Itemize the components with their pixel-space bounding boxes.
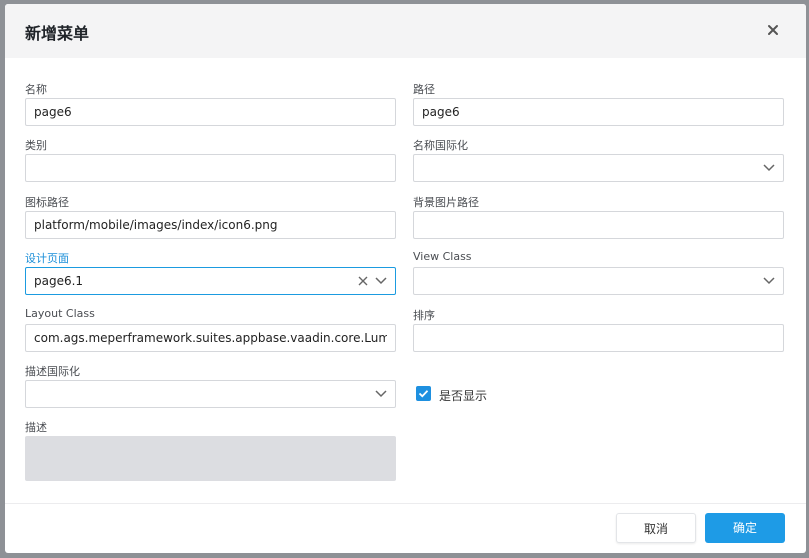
footer-divider — [5, 503, 806, 504]
close-icon[interactable] — [763, 20, 783, 40]
dialog-header: 新增菜单 — [5, 4, 806, 58]
name-i18n-select[interactable] — [413, 154, 784, 182]
name-value: page6 — [34, 105, 72, 119]
add-menu-dialog: 新增菜单 名称 page6 路径 page6 类别 名称国际化 图标路径 pla… — [5, 4, 806, 553]
name-label: 名称 — [25, 83, 47, 96]
desc-i18n-label: 描述国际化 — [25, 365, 80, 378]
dialog-title: 新增菜单 — [25, 24, 90, 43]
design-page-label: 设计页面 — [25, 252, 69, 265]
order-label: 排序 — [413, 309, 435, 322]
clear-icon[interactable] — [358, 276, 368, 286]
path-label: 路径 — [413, 83, 435, 96]
bg-image-path-input[interactable] — [413, 211, 784, 239]
category-label: 类别 — [25, 139, 47, 152]
chevron-down-icon — [763, 277, 775, 285]
is-visible-checkbox[interactable] — [416, 386, 431, 401]
bg-image-path-label: 背景图片路径 — [413, 196, 479, 209]
layout-class-label: Layout Class — [25, 307, 95, 320]
view-class-label: View Class — [413, 250, 472, 263]
icon-path-label: 图标路径 — [25, 196, 69, 209]
path-value: page6 — [422, 105, 460, 119]
layout-class-value: com.ags.meperframework.suites.appbase.va… — [34, 331, 387, 345]
description-textarea[interactable] — [25, 436, 396, 481]
chevron-down-icon — [375, 390, 387, 398]
order-input[interactable] — [413, 324, 784, 352]
path-input[interactable]: page6 — [413, 98, 784, 126]
checkmark-icon — [418, 390, 429, 398]
name-i18n-label: 名称国际化 — [413, 139, 468, 152]
icon-path-value: platform/mobile/images/index/icon6.png — [34, 218, 278, 232]
design-page-select[interactable]: page6.1 — [25, 267, 396, 295]
cancel-button[interactable]: 取消 — [616, 513, 696, 543]
design-page-value: page6.1 — [34, 274, 84, 288]
name-input[interactable]: page6 — [25, 98, 396, 126]
desc-i18n-select[interactable] — [25, 380, 396, 408]
confirm-button[interactable]: 确定 — [705, 513, 785, 543]
layout-class-input[interactable]: com.ags.meperframework.suites.appbase.va… — [25, 324, 396, 352]
icon-path-input[interactable]: platform/mobile/images/index/icon6.png — [25, 211, 396, 239]
chevron-down-icon — [375, 277, 387, 285]
category-input[interactable] — [25, 154, 396, 182]
view-class-select[interactable] — [413, 267, 784, 295]
description-label: 描述 — [25, 421, 47, 434]
is-visible-label: 是否显示 — [439, 389, 488, 403]
chevron-down-icon — [763, 164, 775, 172]
